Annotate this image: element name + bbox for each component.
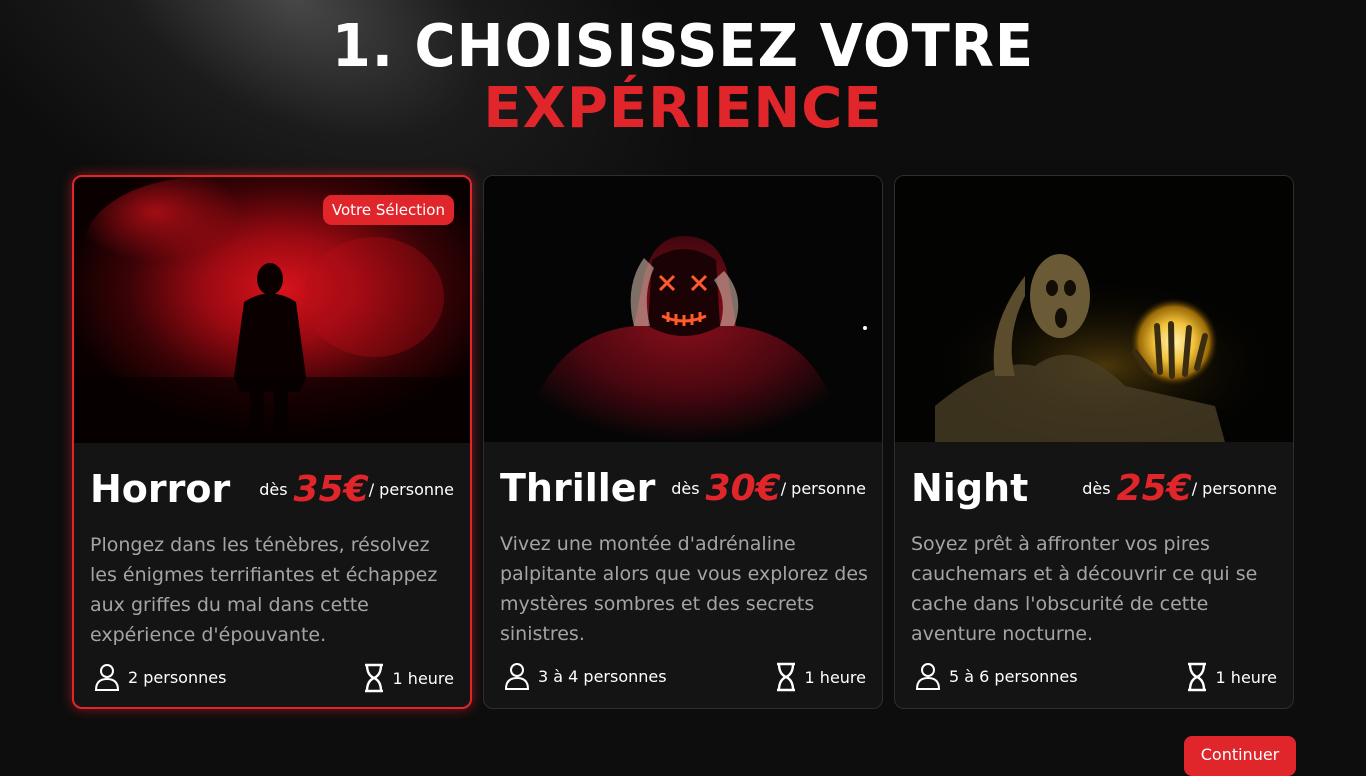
price-info: dès 35€/ personne (259, 469, 454, 510)
price-amount: 30€ (705, 468, 781, 509)
hourglass-icon (776, 662, 795, 692)
experience-card-night[interactable]: Night dès 25€/ personne Soyez prêt à affr… (894, 175, 1294, 709)
price-info: dès 25€/ personne (1082, 468, 1277, 509)
card-meta: 5 à 6 personnes 1 heure (911, 662, 1277, 692)
price-amount: 35€ (293, 469, 369, 510)
card-meta: 3 à 4 personnes 1 heure (500, 662, 866, 692)
players-info: 3 à 4 personnes (504, 662, 667, 690)
card-title: Night (911, 466, 1029, 510)
price-prefix: dès (1082, 479, 1111, 498)
experience-cards: Votre Sélection Horror dès 35€/ personne … (72, 175, 1296, 711)
price-suffix: / personne (780, 479, 866, 498)
price-prefix: dès (259, 480, 288, 499)
hourglass-icon (1187, 662, 1206, 692)
duration-info: 1 heure (363, 663, 454, 693)
thriller-image (484, 176, 882, 442)
hourglass-icon (364, 663, 383, 693)
card-title: Thriller (500, 466, 656, 510)
continue-button[interactable]: Continuer (1184, 736, 1296, 776)
duration-info: 1 heure (1186, 662, 1277, 692)
players-label: 3 à 4 personnes (538, 666, 667, 686)
page-title: 1. Choisissez votre expérience (0, 12, 1366, 141)
card-meta: 2 personnes 1 heure (90, 663, 454, 693)
players-info: 2 personnes (94, 663, 226, 691)
card-title: Horror (90, 467, 231, 511)
experience-card-horror[interactable]: Votre Sélection Horror dès 35€/ personne … (72, 175, 472, 709)
card-description: Soyez prêt à affronter vos pires cauchem… (911, 533, 1258, 645)
person-icon (504, 663, 530, 690)
horror-image: Votre Sélection (74, 177, 470, 443)
price-prefix: dès (671, 479, 700, 498)
duration-label: 1 heure (392, 668, 454, 688)
card-description: Vivez une montée d'adrénaline palpitante… (500, 533, 868, 645)
price-info: dès 30€/ personne (671, 468, 866, 509)
card-description: Plongez dans les ténèbres, résolvez les … (90, 534, 438, 646)
duration-label: 1 heure (804, 667, 866, 687)
duration-info: 1 heure (775, 662, 866, 692)
experience-card-thriller[interactable]: Thriller dès 30€/ personne Vivez une mont… (483, 175, 883, 709)
night-image (895, 176, 1293, 442)
person-icon (915, 663, 941, 690)
title-line-2: expérience (483, 76, 883, 141)
players-info: 5 à 6 personnes (915, 662, 1078, 690)
person-icon (94, 664, 120, 691)
price-amount: 25€ (1116, 468, 1192, 509)
duration-label: 1 heure (1215, 667, 1277, 687)
price-suffix: / personne (1191, 479, 1277, 498)
price-suffix: / personne (368, 480, 454, 499)
players-label: 5 à 6 personnes (949, 666, 1078, 686)
selection-badge: Votre Sélection (322, 195, 454, 225)
players-label: 2 personnes (128, 667, 227, 687)
title-line-1: 1. Choisissez votre (331, 12, 1035, 81)
